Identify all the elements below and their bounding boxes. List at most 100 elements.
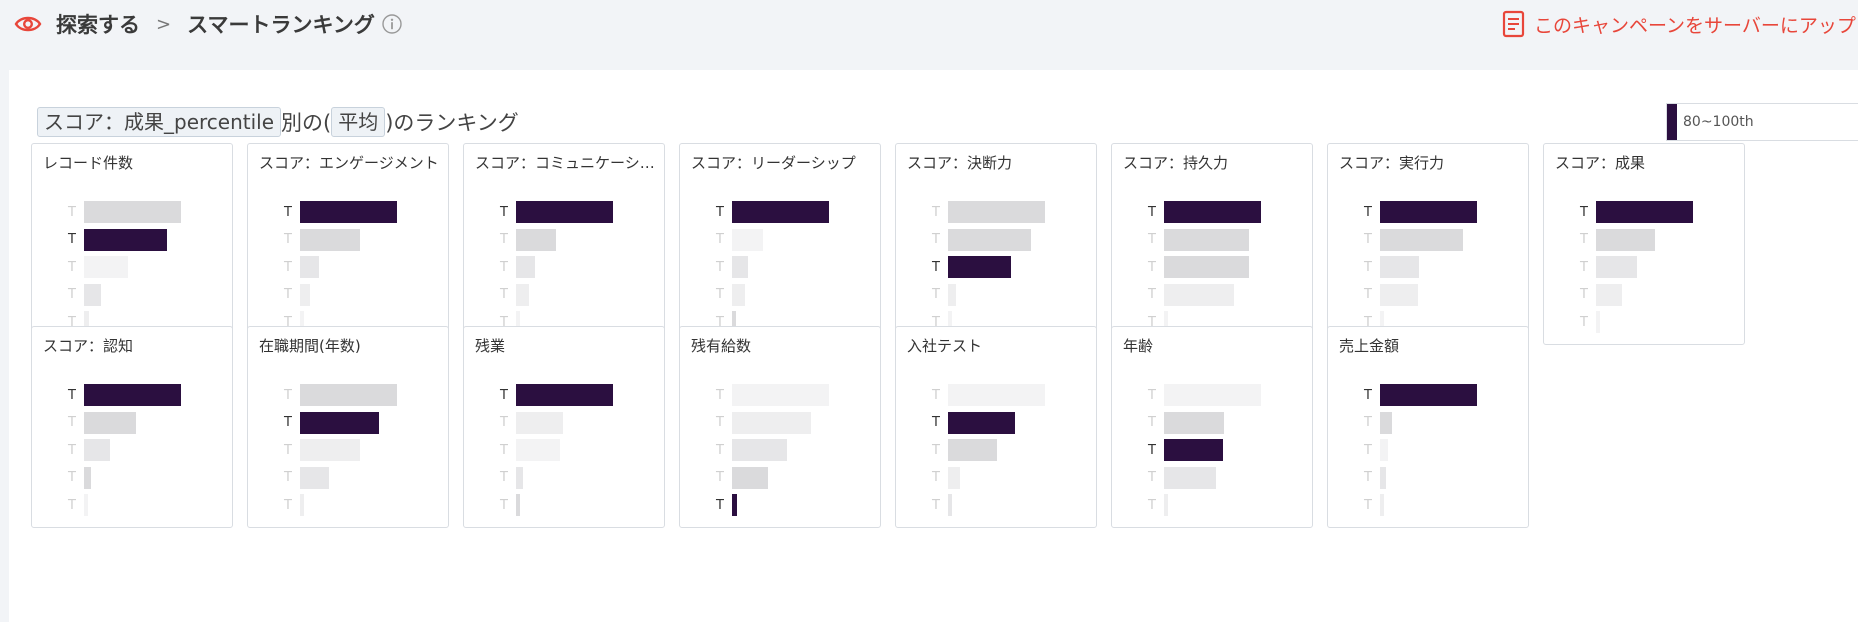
ranking-card[interactable]: 年齢 T T T T T (1111, 326, 1313, 528)
bar-tick-label: T (284, 259, 292, 275)
bar-tick-label: T (1580, 259, 1588, 275)
bar-tick-label: T (1148, 470, 1156, 485)
ranking-card[interactable]: 入社テスト T T T T T (895, 326, 1097, 528)
bar-tick-label: T (284, 204, 292, 220)
bar-mark (948, 228, 1031, 251)
bar-mark (300, 283, 310, 306)
bar-mark (1164, 466, 1216, 489)
ranking-card[interactable]: スコア：コミュニケーション T T T T T (463, 143, 665, 345)
bar-mark (1596, 201, 1693, 223)
bar-tick-label: T (1148, 442, 1156, 458)
bar-row: T (284, 256, 397, 278)
bar-row: T (500, 256, 613, 278)
info-icon[interactable] (381, 13, 403, 35)
bar-tick-label: T (932, 387, 940, 403)
percentile-legend[interactable]: 80~100th (1666, 103, 1858, 141)
ranking-card[interactable]: スコア：実行力 T T T T T (1327, 143, 1529, 345)
ranking-card[interactable]: 売上金額 T T T T T (1327, 326, 1529, 528)
bar-mark (84, 283, 101, 306)
bar-mark (948, 384, 1045, 406)
ranking-card[interactable]: 残有給数 T T T T T (679, 326, 881, 528)
bar-mark (1380, 283, 1418, 306)
bar-mark (732, 411, 811, 434)
bar-mark (300, 256, 319, 278)
ranking-card[interactable]: スコア：認知 T T T T T (31, 326, 233, 528)
bar-tick-label: T (1580, 314, 1588, 330)
ranking-card[interactable]: 在職期間(年数) T T T T T (247, 326, 449, 528)
ranking-card[interactable]: スコア：エンゲージメント T T T T T (247, 143, 449, 345)
card-title: スコア：認知 (43, 337, 134, 355)
bar-mark (1164, 411, 1224, 434)
bar-row: T (500, 384, 613, 406)
bar-row: T (1580, 283, 1693, 306)
bar-row: T (932, 439, 1045, 461)
bar-row: T (68, 256, 181, 278)
card-bar-chart: TTTTT (284, 201, 397, 339)
bar-mark (1380, 494, 1384, 516)
bar-tick-label: T (932, 470, 940, 485)
bar-mark (516, 439, 560, 461)
bar-mark (84, 494, 88, 516)
bar-tick-label: T (68, 470, 76, 485)
card-bar-chart: TTTTT (932, 384, 1045, 522)
bar-row: T (932, 201, 1045, 223)
ranking-card[interactable]: スコア：持久力 T T T T T (1111, 143, 1313, 345)
card-title: スコア：持久力 (1123, 154, 1229, 172)
bar-row: T (932, 228, 1045, 251)
bar-row: T (284, 466, 397, 489)
bar-mark (732, 494, 737, 516)
bar-tick-label: T (932, 442, 940, 458)
ranking-card[interactable]: 残業 T T T T T (463, 326, 665, 528)
bar-mark (1380, 439, 1388, 461)
ranking-card[interactable]: レコード件数 T T T T T (31, 143, 233, 345)
bar-mark (1380, 384, 1477, 406)
upload-campaign-link[interactable]: このキャンペーンをサーバーにアップロ (1502, 8, 1858, 40)
bar-tick-label: T (932, 232, 940, 247)
card-bar-chart: TTTTT (716, 201, 829, 339)
ranking-card[interactable]: スコア：決断力 T T T T T (895, 143, 1097, 345)
ranking-card[interactable]: スコア：リーダーシップ T T T T T (679, 143, 881, 345)
bar-mark (84, 439, 110, 461)
bar-tick-label: T (1148, 232, 1156, 247)
bar-row: T (500, 201, 613, 223)
bar-mark (84, 466, 91, 489)
bar-row: T (716, 228, 829, 251)
bar-tick-label: T (284, 415, 292, 430)
metric-selector[interactable]: スコア：成果_percentile (37, 107, 282, 137)
bar-tick-label: T (716, 259, 724, 275)
bar-tick-label: T (500, 259, 508, 275)
bar-row: T (716, 411, 829, 434)
card-bar-chart: TTTTT (500, 201, 613, 339)
card-title: 残有給数 (691, 337, 752, 355)
card-title: スコア：コミュニケーション (475, 154, 657, 172)
bar-tick-label: T (68, 232, 76, 247)
bar-tick-label: T (1148, 204, 1156, 220)
bar-row: T (68, 201, 181, 223)
aggregation-selector[interactable]: 平均 (331, 107, 386, 137)
bar-tick-label: T (68, 259, 76, 275)
bar-row: T (500, 494, 613, 516)
legend-label: 80~100th (1683, 114, 1754, 130)
card-title: 在職期間(年数) (259, 337, 361, 355)
bar-row: T (1148, 228, 1261, 251)
bar-row: T (1148, 439, 1261, 461)
bar-row: T (1364, 384, 1477, 406)
bar-row: T (284, 411, 397, 434)
bar-tick-label: T (1148, 497, 1156, 513)
bar-tick-label: T (68, 204, 76, 220)
bar-mark (732, 466, 768, 489)
bar-mark (516, 283, 529, 306)
ranking-card[interactable]: スコア：成果 T T T T T (1543, 143, 1745, 345)
bar-row: T (1148, 283, 1261, 306)
bar-row: T (1148, 466, 1261, 489)
card-bar-chart: TTTTT (932, 201, 1045, 339)
card-title: レコード件数 (43, 154, 134, 172)
bar-tick-label: T (284, 387, 292, 403)
bar-tick-label: T (500, 415, 508, 430)
bar-tick-label: T (1148, 287, 1156, 302)
bar-row: T (716, 283, 829, 306)
bar-row: T (68, 466, 181, 489)
breadcrumb-explore[interactable]: 探索する (56, 9, 140, 39)
bar-row: T (716, 256, 829, 278)
bar-mark (1164, 439, 1223, 461)
